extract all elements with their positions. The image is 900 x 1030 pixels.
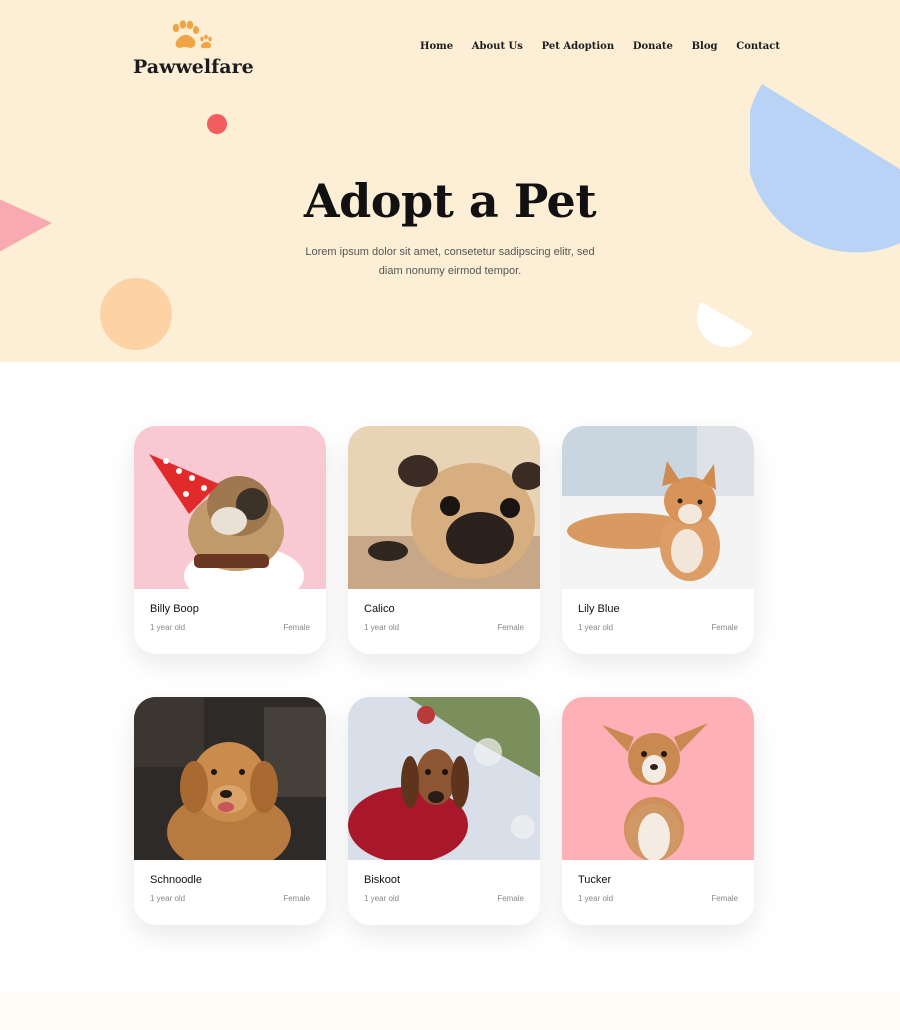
- nav-home[interactable]: Home: [420, 41, 453, 52]
- pet-age: 1 year old: [150, 623, 186, 632]
- nav-donate[interactable]: Donate: [633, 41, 673, 52]
- pet-name: Tucker: [578, 874, 612, 886]
- paw-icon: [172, 20, 212, 49]
- pet-age: 1 year old: [150, 894, 186, 903]
- hero-subtitle: Lorem ipsum dolor sit amet, consetetur s…: [305, 246, 595, 277]
- pet-photo: [134, 697, 326, 860]
- pet-photo: [562, 697, 754, 860]
- nav-about-us[interactable]: About Us: [472, 41, 523, 52]
- pet-photo: [134, 426, 326, 589]
- pet-name: Billy Boop: [150, 603, 199, 615]
- brand-logo[interactable]: Pawwelfare: [133, 20, 254, 78]
- pet-name: Calico: [364, 603, 395, 615]
- pet-gender: Female: [711, 894, 738, 903]
- pet-card[interactable]: Billy Boop 1 year old Female: [134, 426, 326, 654]
- pet-card[interactable]: Biskoot 1 year old Female: [348, 697, 540, 925]
- pet-gender: Female: [497, 623, 524, 632]
- pet-card[interactable]: Tucker 1 year old Female: [562, 697, 754, 925]
- pet-card[interactable]: Schnoodle 1 year old Female: [134, 697, 326, 925]
- nav-blog[interactable]: Blog: [692, 41, 718, 52]
- pet-name: Biskoot: [364, 874, 401, 886]
- decor-white-half-circle: [697, 302, 753, 348]
- pet-age: 1 year old: [364, 894, 400, 903]
- pet-card[interactable]: Lily Blue 1 year old Female: [562, 426, 754, 654]
- pet-gender: Female: [283, 894, 310, 903]
- decor-peach-circle: [100, 278, 172, 350]
- pet-age: 1 year old: [578, 894, 614, 903]
- pet-gender: Female: [497, 894, 524, 903]
- pet-gender: Female: [283, 623, 310, 632]
- pet-photo: [562, 426, 754, 589]
- hero-section: Pawwelfare Home About Us Pet Adoption Do…: [0, 0, 900, 362]
- pet-photo: [348, 697, 540, 860]
- decor-red-dot: [207, 114, 227, 134]
- pet-age: 1 year old: [578, 623, 614, 632]
- pet-card-grid: Billy Boop 1 year old Female Calico 1 ye…: [134, 426, 756, 925]
- pet-name: Lily Blue: [578, 603, 620, 615]
- nav-pet-adoption[interactable]: Pet Adoption: [542, 41, 615, 52]
- main-nav: Home About Us Pet Adoption Donate Blog C…: [420, 41, 780, 52]
- hero-title: Adopt a Pet: [303, 174, 597, 228]
- brand-name: Pawwelfare: [133, 56, 254, 78]
- footer-strip: [0, 992, 900, 1030]
- pet-photo: [348, 426, 540, 589]
- nav-contact[interactable]: Contact: [736, 41, 780, 52]
- pet-name: Schnoodle: [150, 874, 202, 886]
- pet-gender: Female: [711, 623, 738, 632]
- pet-card[interactable]: Calico 1 year old Female: [348, 426, 540, 654]
- pet-age: 1 year old: [364, 623, 400, 632]
